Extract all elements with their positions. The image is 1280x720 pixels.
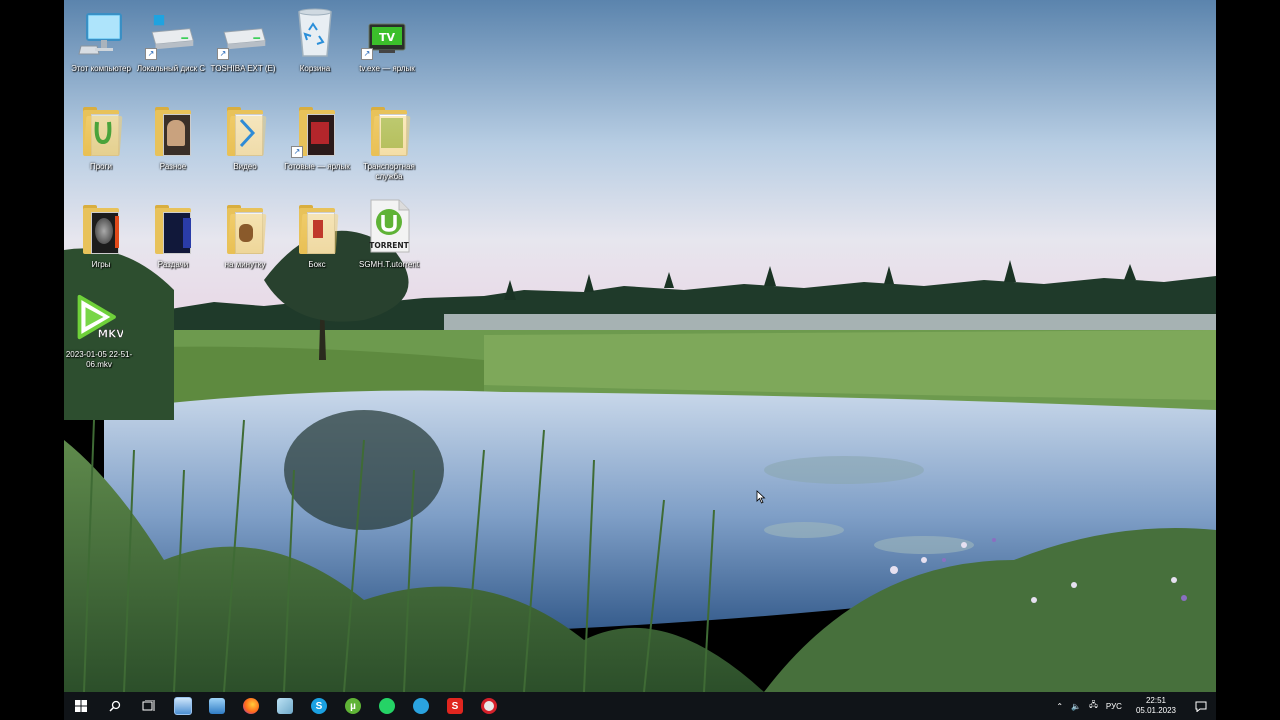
shortcut-arrow-icon: ↗	[361, 48, 373, 60]
tv-icon: TV ↗	[361, 6, 411, 60]
taskbar-app-whatsapp[interactable]	[370, 692, 404, 720]
desktop-icon-label: Корзина	[299, 64, 331, 73]
desktop-icon-transportnaya-sluzhba[interactable]: Транспортная служба	[354, 104, 424, 200]
desktop-icon-boks[interactable]: Бокс	[282, 202, 352, 298]
taskbar-app-notepad[interactable]	[268, 692, 302, 720]
desktop-icon-igry[interactable]: Игры	[66, 202, 136, 298]
desktop-icon-label: Транспортная служба	[363, 162, 415, 181]
network-icon[interactable]: 🖧	[1085, 699, 1102, 713]
recycle-bin-icon	[291, 6, 339, 58]
desktop-icon-this-pc[interactable]: Этот компьютер	[66, 6, 136, 102]
desktop-icon-video[interactable]: Видео	[210, 104, 280, 200]
desktop-icon-progi[interactable]: Проги	[66, 104, 136, 200]
notification-center-button[interactable]	[1186, 701, 1216, 712]
desktop-icon-label: Разное	[159, 162, 187, 171]
desktop-icon-toshiba-ext[interactable]: ↗ TOSHIBA EXT (E)	[208, 6, 278, 102]
display-icon	[209, 698, 225, 714]
firefox-icon	[243, 698, 259, 714]
taskbar-app-telegram[interactable]	[404, 692, 438, 720]
desktop-icon-local-disk-c[interactable]: ↗ Локальный диск C	[136, 6, 206, 102]
desktop-icon-raznoe[interactable]: Разное	[138, 104, 208, 200]
desktop-icon-label: TOSHIBA EXT (E)	[210, 64, 276, 73]
chevron-up-icon[interactable]: ⌃	[1052, 702, 1067, 711]
drive-icon: ↗	[217, 6, 267, 60]
desktop-icon-label: Локальный диск C	[136, 64, 206, 73]
notepad-icon	[277, 698, 293, 714]
desktop-icon-torrent-file[interactable]: TORRENT SGMH.T.utorrent	[354, 199, 424, 298]
windows-logo-icon	[75, 700, 87, 712]
desktop-icon-label: на минутку	[224, 260, 266, 269]
task-view-icon	[142, 700, 155, 711]
desktop-icon-label: tv.exe — ярлык	[359, 64, 415, 73]
torrent-file-icon: TORRENT	[365, 199, 413, 254]
desktop-icon-label: Проги	[89, 162, 113, 171]
notification-icon	[1195, 701, 1207, 712]
folder-icon	[149, 104, 197, 156]
mouse-cursor-icon	[756, 490, 766, 504]
desktop-icon-na-minutku[interactable]: на минутку	[210, 202, 280, 298]
desktop-screen: Этот компьютер ↗ Локальный диск C ↗ TOSH…	[64, 0, 1216, 720]
desktop-icon-label: Игры	[91, 260, 111, 269]
taskbar-app-explorer[interactable]	[166, 692, 200, 720]
system-tray: ⌃ 🔈 🖧 РУС 22:51 05.01.2023	[1052, 692, 1216, 720]
folder-icon	[293, 202, 341, 254]
clock-time: 22:51	[1145, 696, 1166, 705]
search-button[interactable]	[98, 692, 132, 720]
folder-icon	[221, 202, 269, 254]
desktop-icon-gotovye-shortcut[interactable]: ↗ Готовые — ярлык	[282, 104, 352, 200]
telegram-icon	[413, 698, 429, 714]
start-button[interactable]	[64, 692, 98, 720]
this-pc-icon	[77, 6, 125, 58]
desktop-icon-tv-shortcut[interactable]: TV ↗ tv.exe — ярлык	[352, 6, 422, 102]
drive-icon: ↗	[145, 6, 195, 60]
opera-icon	[481, 698, 497, 714]
taskbar-app-utorrent[interactable]: µ	[336, 692, 370, 720]
whatsapp-icon	[379, 698, 395, 714]
folder-icon	[221, 104, 269, 156]
search-icon	[109, 700, 121, 712]
desktop-icon-label: SGMH.T.utorrent	[358, 260, 419, 269]
folder-icon	[77, 202, 125, 254]
folder-icon	[77, 104, 125, 156]
folder-icon	[365, 104, 413, 156]
shortcut-arrow-icon: ↗	[145, 48, 157, 60]
language-indicator[interactable]: РУС	[1102, 702, 1126, 711]
torrent-badge: TORRENT	[369, 241, 409, 250]
computer-monitor-icon	[174, 697, 192, 715]
desktop-icon-label: Готовые — ярлык	[284, 162, 350, 171]
folder-icon: ↗	[291, 104, 341, 158]
clock[interactable]: 22:51 05.01.2023	[1126, 696, 1186, 716]
desktop-icon-mkv-video[interactable]: MKV 2023-01-05 22-51-06.mkv	[64, 294, 134, 386]
clock-date: 05.01.2023	[1135, 706, 1176, 715]
tv-badge: TV	[379, 31, 396, 44]
utorrent-icon: µ	[345, 698, 361, 714]
shortcut-arrow-icon: ↗	[291, 146, 303, 158]
desktop-icon-label: Бокс	[308, 260, 326, 269]
desktop-icon-label: Раздачи	[157, 260, 189, 269]
task-view-button[interactable]	[132, 692, 166, 720]
mkv-file-icon: MKV	[75, 294, 123, 348]
skype-icon: S	[311, 698, 327, 714]
desktop-icon-recycle-bin[interactable]: Корзина	[280, 6, 350, 102]
desktop-icon-label: 2023-01-05 22-51-06.mkv	[65, 350, 133, 369]
taskbar-app-firefox[interactable]	[234, 692, 268, 720]
desktop-icon-razdachi[interactable]: Раздачи	[138, 202, 208, 298]
mkv-badge: MKV	[98, 328, 123, 340]
shortcut-arrow-icon: ↗	[217, 48, 229, 60]
taskbar-app-opera[interactable]	[472, 692, 506, 720]
taskbar: S µ S ⌃ 🔈 🖧 РУС 22:51 05.01.2023	[64, 692, 1216, 720]
adobe-icon: S	[447, 698, 463, 714]
folder-icon	[149, 202, 197, 254]
desktop-icon-label: Этот компьютер	[71, 64, 131, 73]
taskbar-app-monitor[interactable]	[200, 692, 234, 720]
taskbar-app-skype[interactable]: S	[302, 692, 336, 720]
taskbar-app-adobe[interactable]: S	[438, 692, 472, 720]
volume-icon[interactable]: 🔈	[1067, 702, 1085, 711]
desktop-icon-label: Видео	[233, 162, 257, 171]
